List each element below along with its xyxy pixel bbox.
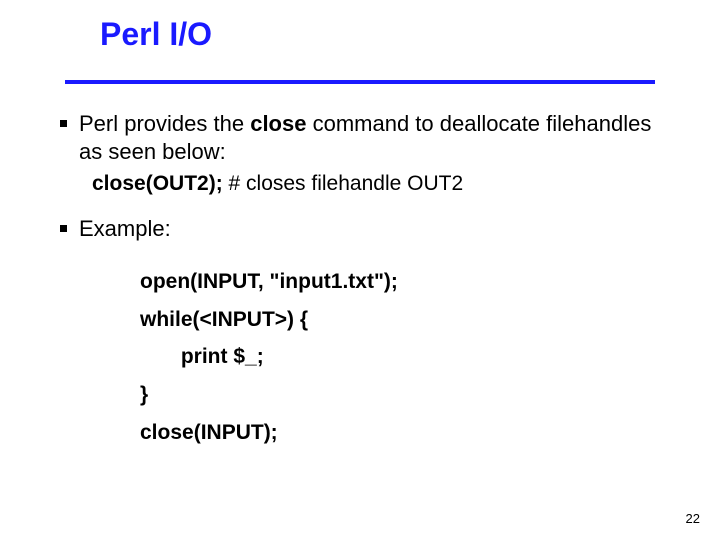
code-line-1: open(INPUT, "input1.txt"); bbox=[140, 263, 670, 301]
bullet-1-sub-rest: # closes filehandle OUT2 bbox=[223, 172, 463, 195]
bullet-1-pre: Perl provides the bbox=[79, 111, 250, 136]
bullet-2: Example: bbox=[60, 215, 670, 243]
code-line-2: while(<INPUT>) { bbox=[140, 301, 670, 339]
bullet-2-text: Example: bbox=[79, 215, 670, 243]
bullet-1-sub: close(OUT2); # closes filehandle OUT2 bbox=[92, 171, 670, 197]
code-line-3: print $_; bbox=[140, 338, 670, 376]
code-line-5: close(INPUT); bbox=[140, 414, 670, 452]
slide-body: Perl provides the close command to deall… bbox=[60, 110, 670, 452]
slide-title: Perl I/O bbox=[100, 16, 212, 53]
code-line-4: } bbox=[140, 376, 670, 414]
page-number: 22 bbox=[686, 511, 700, 526]
title-underline bbox=[65, 80, 655, 84]
bullet-dot-icon bbox=[60, 225, 67, 232]
code-block: open(INPUT, "input1.txt"); while(<INPUT>… bbox=[140, 263, 670, 452]
bullet-1-text: Perl provides the close command to deall… bbox=[79, 110, 670, 165]
bullet-1: Perl provides the close command to deall… bbox=[60, 110, 670, 165]
bullet-1-bold: close bbox=[250, 111, 306, 136]
slide: Perl I/O Perl provides the close command… bbox=[0, 0, 720, 540]
bullet-dot-icon bbox=[60, 120, 67, 127]
bullet-1-sub-bold: close(OUT2); bbox=[92, 172, 223, 195]
